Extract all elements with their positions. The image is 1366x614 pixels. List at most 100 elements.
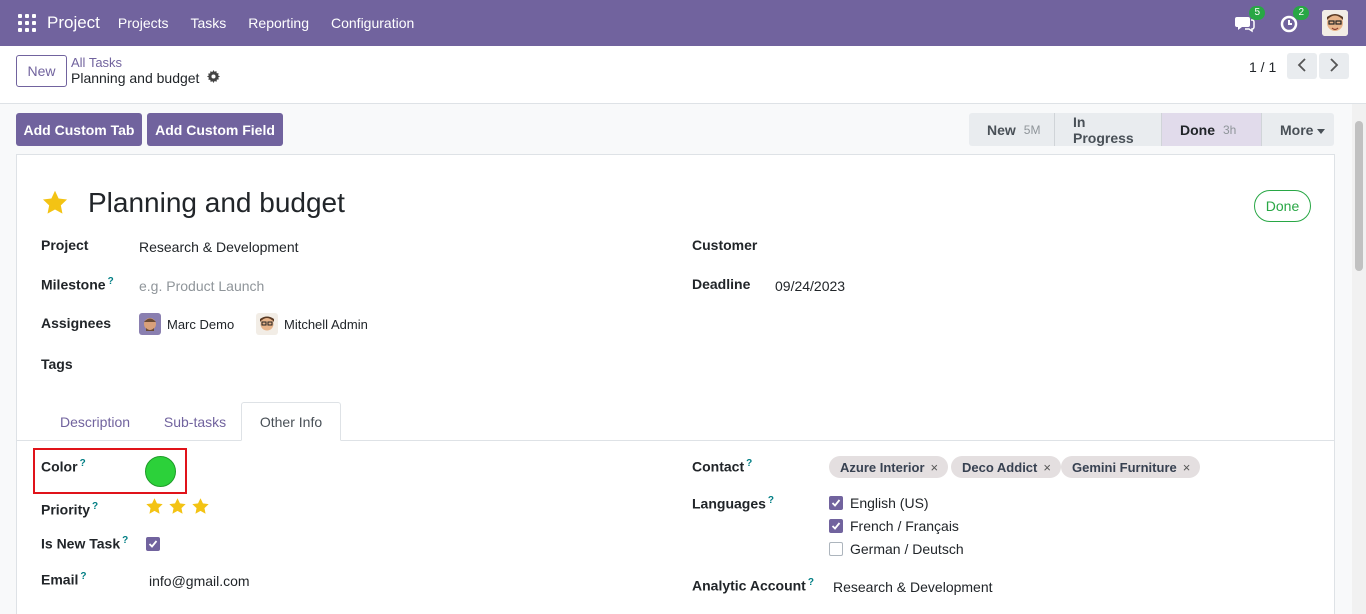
activity-clock-icon[interactable]: 2 [1278, 6, 1309, 34]
language-checkbox[interactable] [829, 519, 843, 533]
menu-reporting[interactable]: Reporting [248, 15, 309, 31]
menu-tasks[interactable]: Tasks [191, 15, 227, 31]
email-field[interactable]: info@gmail.com [149, 573, 250, 589]
tab-sub-tasks[interactable]: Sub-tasks [153, 402, 237, 441]
stage-label: New [987, 121, 1016, 138]
stage-statusbar: New 5M In Progress Done 3h More [969, 113, 1334, 146]
star-icon[interactable] [168, 497, 187, 519]
breadcrumb-all-tasks[interactable]: All Tasks [71, 55, 122, 70]
contact-label: Contact? [692, 458, 752, 475]
contact-tag[interactable]: Azure Interior × [829, 456, 949, 478]
priority-label: Priority? [41, 501, 98, 518]
assignee-tag[interactable]: Mitchell Admin [256, 313, 368, 335]
color-label: Color? [41, 458, 86, 475]
tags-label: Tags [41, 356, 73, 372]
menu-configuration[interactable]: Configuration [331, 15, 414, 31]
star-icon[interactable] [145, 497, 164, 519]
avatar [256, 313, 278, 335]
page-scrollbar[interactable] [1352, 104, 1366, 614]
stage-duration: 5M [1023, 122, 1041, 137]
help-icon[interactable]: ? [768, 495, 774, 506]
user-avatar[interactable] [1322, 10, 1348, 36]
remove-tag-icon[interactable]: × [1183, 460, 1191, 475]
is-new-task-label-text: Is New Task [41, 535, 121, 552]
language-option[interactable]: French / Français [829, 518, 959, 534]
contact-tag-label: Gemini Furniture [1072, 459, 1177, 475]
language-checkbox[interactable] [829, 496, 843, 510]
add-custom-tab-button[interactable]: Add Custom Tab [16, 113, 142, 146]
language-option[interactable]: German / Deutsch [829, 541, 964, 557]
help-icon[interactable]: ? [80, 458, 86, 469]
assignee-tag[interactable]: Marc Demo [139, 313, 234, 335]
help-icon[interactable]: ? [122, 535, 128, 546]
help-icon[interactable]: ? [80, 571, 86, 582]
contact-tag-label: Deco Addict [962, 459, 1038, 475]
project-field[interactable]: Research & Development [139, 239, 299, 255]
analytic-account-label-text: Analytic Account [692, 577, 806, 594]
deadline-field[interactable]: 09/24/2023 [775, 278, 845, 294]
assignee-name: Marc Demo [167, 316, 235, 332]
tab-other-info[interactable]: Other Info [241, 402, 341, 441]
control-panel: New All Tasks Planning and budget 1 / 1 [0, 46, 1366, 104]
color-picker[interactable] [145, 456, 176, 487]
priority-label-text: Priority [41, 501, 91, 518]
chevron-right-icon [1329, 57, 1339, 75]
analytic-account-field[interactable]: Research & Development [833, 579, 993, 595]
gear-icon[interactable] [207, 70, 221, 86]
deadline-label: Deadline [692, 276, 751, 292]
stage-more-label: More [1280, 121, 1314, 138]
email-label: Email? [41, 571, 86, 588]
help-icon[interactable]: ? [808, 577, 814, 588]
status-badge[interactable]: Done [1254, 190, 1311, 222]
activity-count-badge: 2 [1293, 6, 1309, 20]
stage-more-dropdown[interactable]: More [1261, 113, 1334, 146]
pager-previous-button[interactable] [1287, 53, 1317, 79]
languages-label: Languages? [692, 495, 774, 512]
pager-value[interactable]: 1 / 1 [1249, 59, 1276, 75]
notebook-tabs: Description Sub-tasks Other Info [17, 402, 1334, 441]
chevron-left-icon [1297, 57, 1307, 75]
milestone-field[interactable]: e.g. Product Launch [139, 278, 264, 294]
star-icon[interactable] [191, 497, 210, 519]
help-icon[interactable]: ? [108, 276, 114, 287]
chat-icon[interactable]: 5 [1234, 6, 1265, 34]
avatar [139, 313, 161, 335]
app-grid-icon[interactable] [18, 14, 36, 32]
priority-stars [145, 497, 210, 519]
remove-tag-icon[interactable]: × [931, 460, 939, 475]
milestone-label-text: Milestone [41, 276, 106, 293]
scrollbar-thumb[interactable] [1355, 121, 1363, 271]
language-option[interactable]: English (US) [829, 495, 929, 511]
languages-label-text: Languages [692, 495, 766, 512]
analytic-account-label: Analytic Account? [692, 577, 814, 594]
language-checkbox[interactable] [829, 542, 843, 556]
tab-description[interactable]: Description [43, 402, 147, 441]
customer-label: Customer [692, 237, 758, 253]
assignees-label: Assignees [41, 315, 112, 331]
contact-tag[interactable]: Gemini Furniture × [1061, 456, 1201, 478]
is-new-task-checkbox[interactable] [146, 537, 160, 551]
assignee-name: Mitchell Admin [284, 316, 368, 332]
task-title[interactable]: Planning and budget [88, 187, 345, 219]
stage-new[interactable]: New 5M [969, 113, 1054, 146]
email-label-text: Email [41, 571, 79, 588]
help-icon[interactable]: ? [92, 501, 98, 512]
app-brand[interactable]: Project [47, 13, 100, 33]
stage-label: In Progress [1073, 113, 1134, 146]
add-custom-field-button[interactable]: Add Custom Field [147, 113, 283, 146]
caret-down-icon [1317, 122, 1326, 138]
pager-next-button[interactable] [1319, 53, 1349, 79]
language-label: English (US) [850, 495, 929, 511]
breadcrumb-current: Planning and budget [71, 70, 221, 86]
contact-tag-label: Azure Interior [840, 459, 925, 475]
help-icon[interactable]: ? [746, 458, 752, 469]
is-new-task-label: Is New Task? [41, 535, 128, 552]
menu-projects[interactable]: Projects [118, 15, 169, 31]
stage-duration: 3h [1223, 122, 1237, 137]
remove-tag-icon[interactable]: × [1043, 460, 1051, 475]
new-button[interactable]: New [16, 55, 67, 87]
contact-tag[interactable]: Deco Addict × [951, 456, 1061, 478]
stage-in-progress[interactable]: In Progress [1054, 113, 1161, 146]
stage-done[interactable]: Done 3h [1161, 113, 1261, 146]
favorite-star-icon[interactable] [41, 189, 69, 220]
